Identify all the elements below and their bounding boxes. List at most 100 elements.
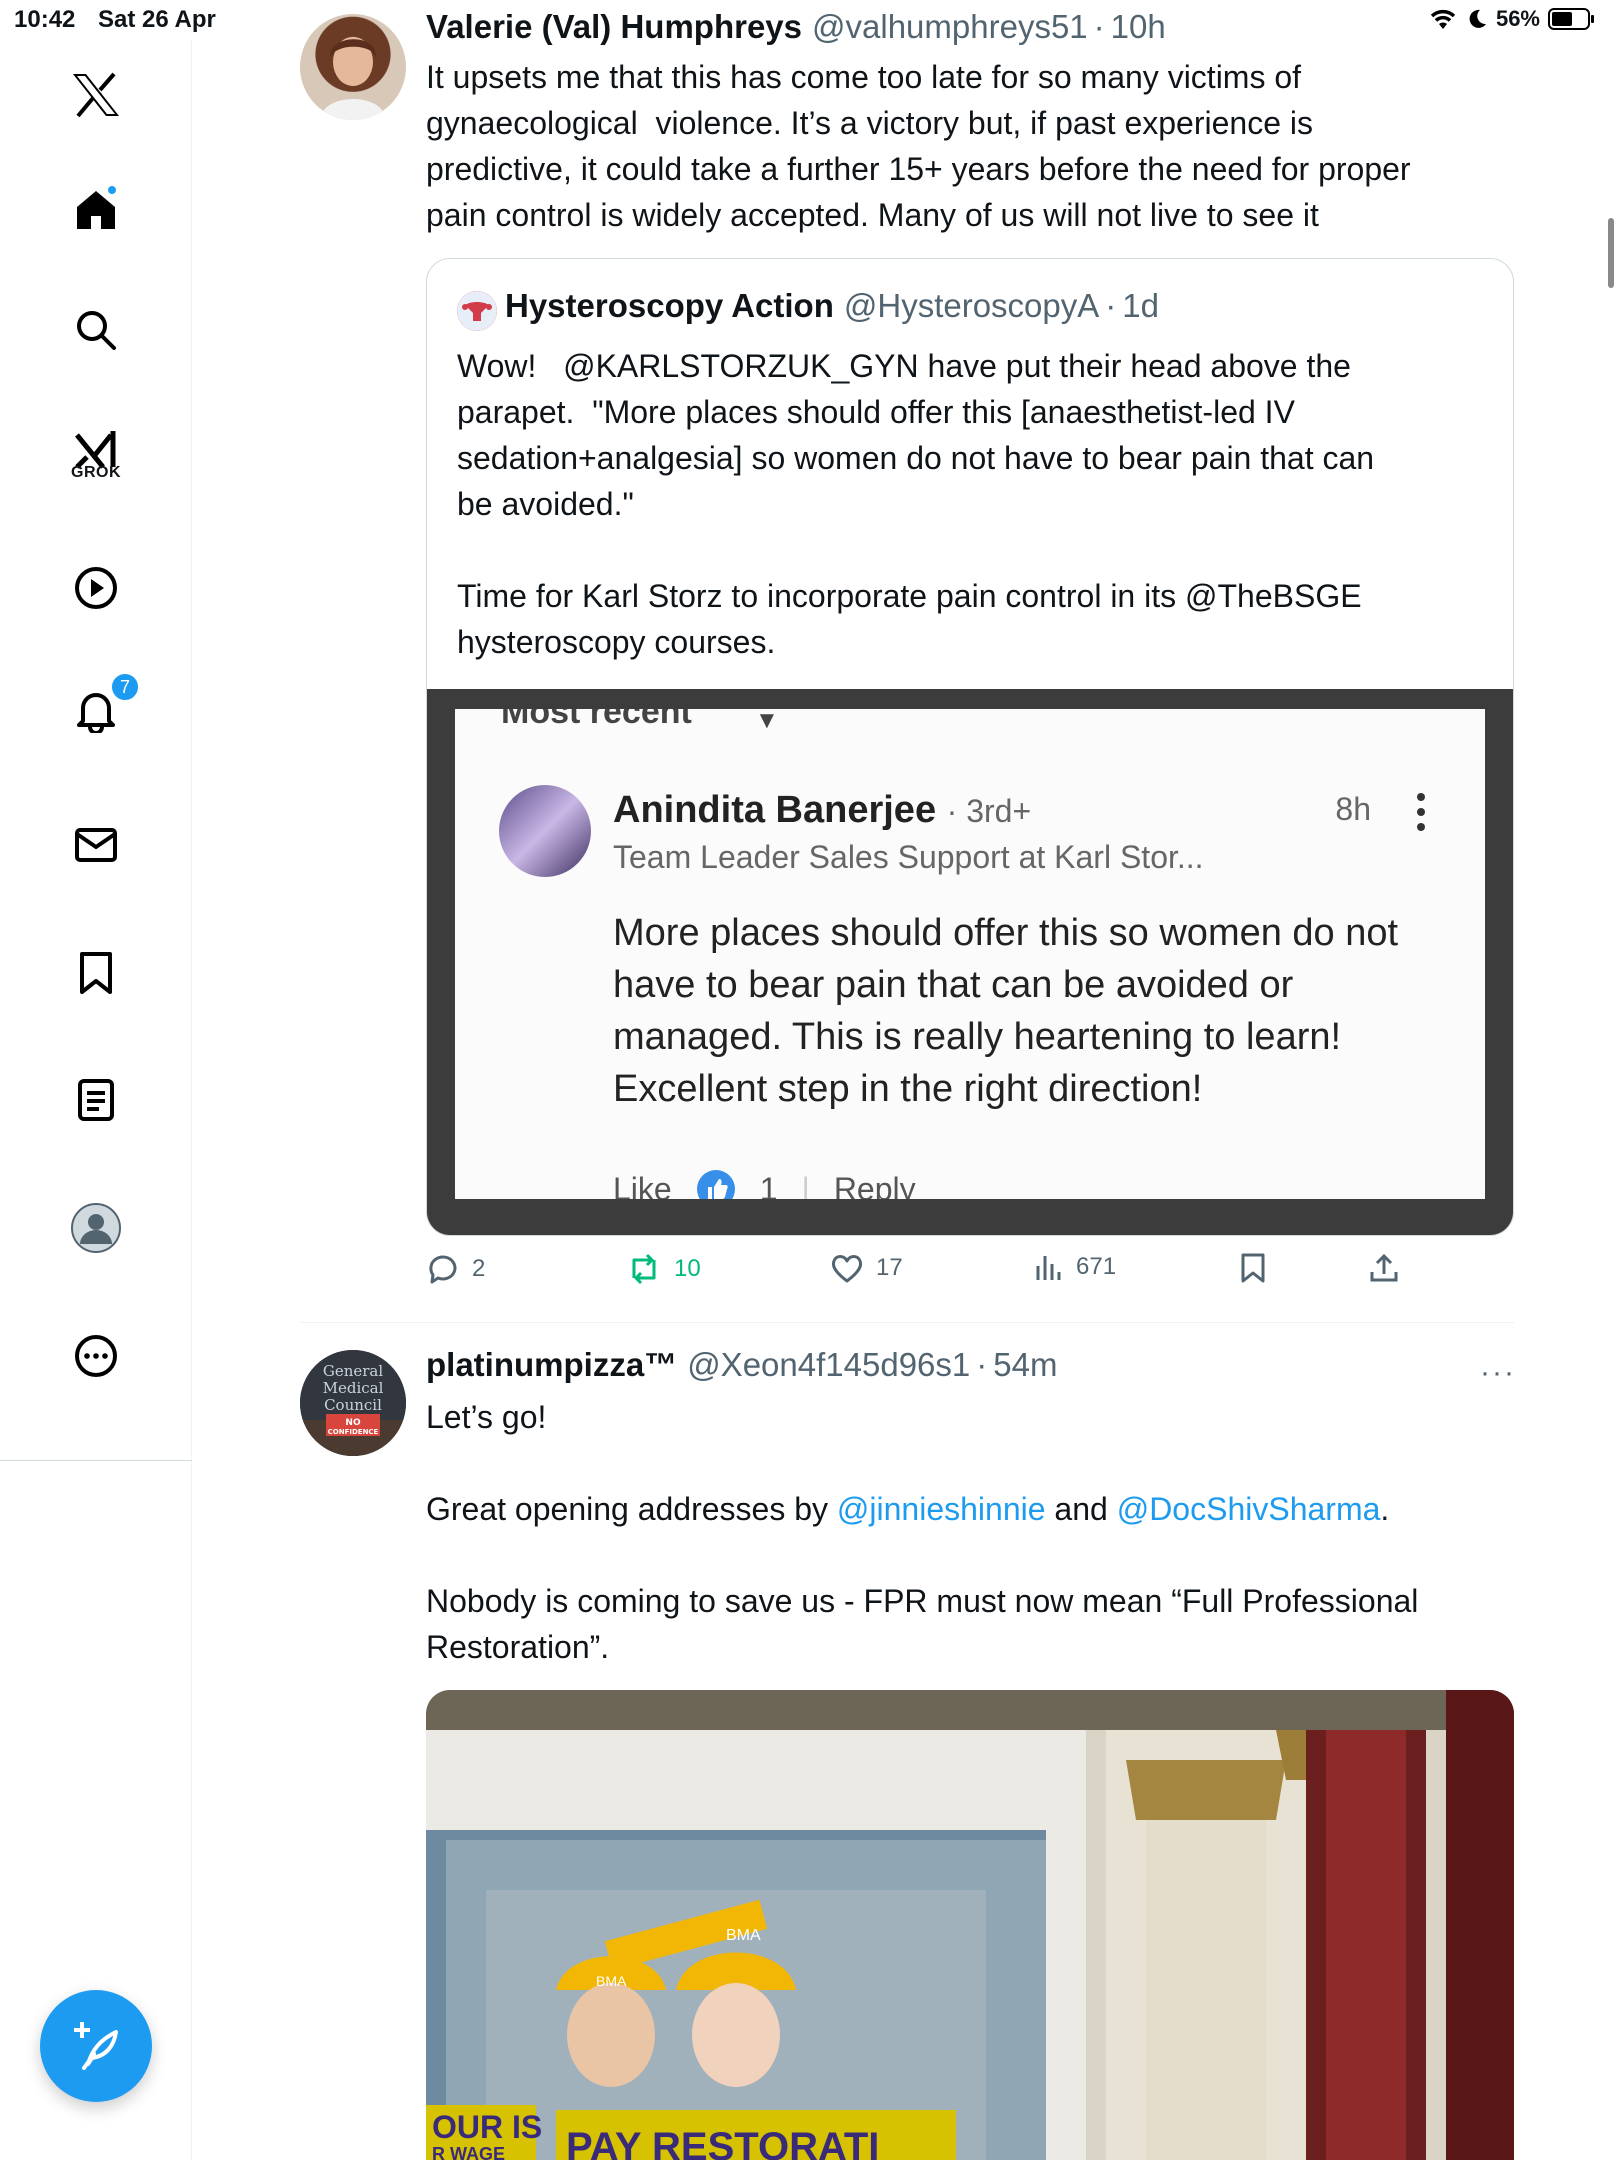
text-segment: and [1045,1491,1117,1527]
bookmark-icon [1241,1253,1265,1283]
reply-label: Reply [833,1170,916,1200]
reply-icon [429,1255,457,1284]
mail-icon [75,828,117,862]
heart-icon [831,1255,863,1283]
moon-icon [1469,9,1486,28]
avatar-text-2: Medical [323,1379,384,1397]
tweet-photo[interactable]: BMA BMA OUR IS R WAGE PAY RESTORATI [426,1690,1514,2160]
comment-time: 8h [1335,791,1371,827]
nav-profile[interactable] [66,1198,126,1258]
commenter-role: Team Leader Sales Support at Karl Stor..… [613,839,1204,875]
tweet-actions: 2 10 17 671 [426,1252,1426,1296]
nav-bookmarks[interactable] [66,943,126,1003]
battery-percent: 56% [1495,6,1540,31]
linkedin-comment-screenshot: Most recent ▼ Anindita Banerjee · 3rd+ 8… [455,709,1485,1199]
mention-link[interactable]: @jinnieshinnie [837,1491,1046,1527]
avatar-text-1: General [323,1362,384,1380]
bookmark-button[interactable] [1238,1252,1268,1284]
author-name[interactable]: platinumpizza™ [426,1346,677,1384]
quote-time[interactable]: 1d [1122,287,1159,325]
photo-text-1: BMA [726,1927,761,1944]
tweet-time[interactable]: 54m [993,1346,1057,1384]
avatar[interactable]: General Medical Council NO CONFIDENCE [300,1350,406,1456]
share-button[interactable] [1368,1252,1400,1284]
tweet-line-2: Great opening addresses by @jinnieshinni… [426,1486,1526,1532]
nav-home[interactable] [66,180,126,240]
avatar-text-3: Council [324,1396,382,1414]
scrollbar[interactable] [1608,218,1614,288]
tweet-header: platinumpizza™ @Xeon4f145d96s1 · 54m [426,1346,1057,1384]
status-time: 10:42 [14,6,76,33]
separator-dot: · [1105,287,1117,324]
photo-text-4: R WAGE [432,2144,505,2160]
nav-notifications[interactable]: 7 [66,672,140,740]
status-indicators: 56% [1428,6,1596,32]
quote-image[interactable]: Most recent ▼ Anindita Banerjee · 3rd+ 8… [427,689,1513,1235]
like-count: 17 [876,1254,903,1281]
chevron-down-icon: ▼ [755,709,779,734]
comment-body: More places should offer this so women d… [613,912,1399,1110]
avatar[interactable] [300,14,406,120]
nav-lists[interactable] [66,1070,126,1130]
separator-dot: · [976,1346,988,1383]
comment-actions: Like 1 | Reply [613,1169,916,1199]
nav-video[interactable] [66,558,126,618]
like-label: Like [613,1170,672,1200]
kebab-icon [1417,793,1425,831]
conference-photo: BMA BMA OUR IS R WAGE PAY RESTORATI [426,1690,1514,2160]
photo-text-5: PAY RESTORATI [566,2125,879,2160]
sort-label: Most recent [501,709,692,731]
tweet-header: Valerie (Val) Humphreys @valhumphreys51 … [426,8,1166,46]
notifications-badge: 7 [110,672,140,702]
like-button[interactable]: 17 [830,1252,903,1284]
nav-search[interactable] [66,300,126,360]
reply-count: 2 [472,1255,486,1282]
text-segment: Great opening addresses by [426,1491,837,1527]
reply-button[interactable]: 2 [426,1252,485,1286]
x-logo-button[interactable] [66,65,126,125]
commenter-name: Anindita Banerjee [613,789,937,831]
wifi-icon [1430,9,1456,29]
profile-icon [71,1203,121,1253]
author-handle[interactable]: @Xeon4f145d96s1 [687,1346,970,1384]
mention-link[interactable]: @DocShivSharma [1117,1491,1381,1527]
compose-button[interactable] [40,1990,152,2102]
video-icon [75,567,117,609]
text-segment: . [1380,1491,1390,1527]
thumbs-up-icon [696,1170,735,1199]
avatar-text-4: NO [345,1418,361,1428]
views-icon [1036,1256,1061,1280]
more-icon [75,1335,117,1377]
tweet-line-1: Let’s go! [426,1399,547,1435]
nav-messages[interactable] [66,815,126,875]
avatar-text-5: CONFIDENCE [328,1428,379,1436]
quoted-tweet[interactable]: Hysteroscopy Action @HysteroscopyA · 1d … [426,258,1514,1236]
quote-author-name[interactable]: Hysteroscopy Action [505,287,834,325]
repost-button[interactable]: 10 [626,1252,701,1286]
avatar-photo [320,38,386,120]
status-date: Sat 26 Apr [98,6,216,33]
commenter-name-line: Anindita Banerjee · 3rd+ [613,789,1031,832]
like-count: 1 [759,1170,778,1200]
tweet-divider [300,1322,1514,1323]
quote-avatar[interactable] [457,291,497,331]
home-unread-dot [106,184,118,196]
tweet-time[interactable]: 10h [1111,8,1166,46]
author-name[interactable]: Valerie (Val) Humphreys [426,8,802,46]
nav-more[interactable] [66,1326,126,1386]
battery-icon [1548,8,1594,30]
compose-icon [74,2022,118,2070]
more-options-button[interactable]: ··· [1480,1356,1516,1390]
photo-text-2: BMA [596,1973,627,1989]
avatar-photo: General Medical Council NO CONFIDENCE [300,1350,406,1456]
quote-author-handle[interactable]: @HysteroscopyA [844,287,1099,325]
uterus-logo-icon [457,291,497,331]
connection-degree: · 3rd+ [946,793,1032,829]
views-button[interactable]: 671 [1034,1252,1116,1282]
author-handle[interactable]: @valhumphreys51 [812,8,1088,46]
repost-icon [632,1253,656,1285]
photo-text-3: OUR IS [432,2109,542,2145]
quote-text: Wow! @KARLSTORZUK_GYN have put their hea… [457,348,1375,660]
nav-grok[interactable]: GROK [66,420,126,481]
separator-dot: · [1093,8,1105,45]
